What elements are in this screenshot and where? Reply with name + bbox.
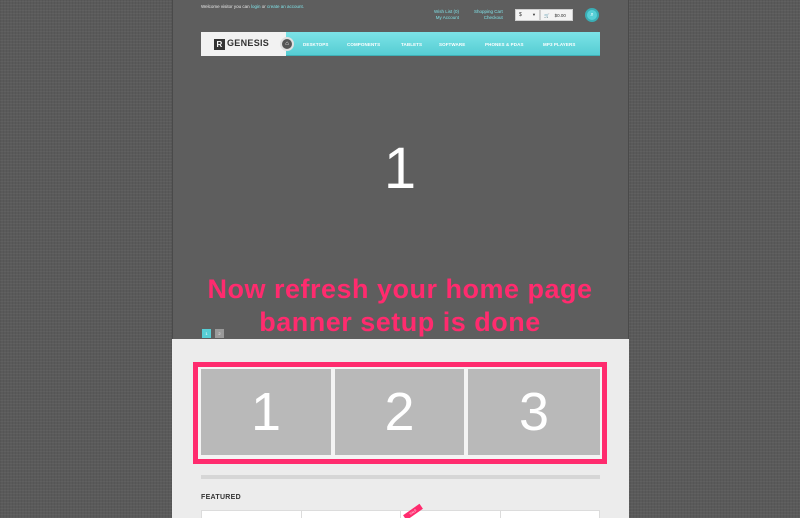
nav-item-desktops[interactable]: DESKTOPS: [303, 42, 328, 47]
welcome-message: Welcome visitor you can login or create …: [201, 4, 304, 9]
annotation-line-2: banner setup is done: [259, 307, 541, 337]
search-button[interactable]: ⌕: [585, 8, 599, 22]
nav-item-tablets[interactable]: TABLETS: [401, 42, 422, 47]
account-links: Wish List (0) My Account: [434, 9, 459, 21]
banner-tile-1[interactable]: 1: [201, 369, 331, 455]
home-icon: ⌂: [285, 41, 289, 47]
slider-pager-2[interactable]: 2: [215, 329, 224, 338]
nav-item-mp3-players[interactable]: MP3 PLAYERS: [543, 42, 575, 47]
slide-number: 1: [383, 136, 417, 201]
annotation-line-1: Now refresh your home page: [207, 274, 593, 304]
cart-icon: 🛒: [544, 13, 550, 18]
currency-select[interactable]: $ ▼: [515, 9, 540, 21]
logo-text: GENESIS: [227, 38, 270, 48]
cart-links: Shopping Cart Checkout: [474, 9, 503, 21]
logo-mark: R: [214, 39, 225, 50]
slider-pager-1[interactable]: 1: [202, 329, 211, 338]
logo[interactable]: R GENESIS: [201, 32, 286, 56]
my-account-link[interactable]: My Account: [434, 15, 459, 21]
product-divider: [301, 510, 302, 518]
nav-item-software[interactable]: SOFTWARE: [439, 42, 465, 47]
nav-item-phones-pdas[interactable]: PHONES & PDAS: [485, 42, 524, 47]
currency-value: $: [519, 12, 522, 18]
main-navigation: R GENESIS ⌂ DESKTOPS COMPONENTS TABLETS S…: [201, 32, 600, 56]
nav-item-components[interactable]: COMPONENTS: [347, 42, 380, 47]
chevron-down-icon: ▼: [532, 12, 536, 17]
tutorial-annotation: Now refresh your home page banner setup …: [0, 273, 800, 339]
login-link[interactable]: login: [251, 4, 261, 9]
home-button[interactable]: ⌂: [280, 37, 294, 51]
product-divider: [400, 510, 401, 518]
or-text: or: [261, 4, 266, 9]
section-divider: [201, 475, 600, 479]
cart-total: $0.00: [554, 13, 566, 18]
banner-tile-2[interactable]: 2: [335, 369, 464, 455]
checkout-link[interactable]: Checkout: [474, 15, 503, 21]
search-icon: ⌕: [590, 12, 594, 18]
banner-tile-3[interactable]: 3: [468, 369, 600, 455]
cart-button[interactable]: 🛒 $0.00: [540, 9, 573, 21]
product-divider: [500, 510, 501, 518]
featured-heading: FEATURED: [201, 494, 241, 501]
welcome-text: Welcome visitor you can: [201, 4, 250, 9]
create-account-link[interactable]: create an account.: [267, 4, 304, 9]
